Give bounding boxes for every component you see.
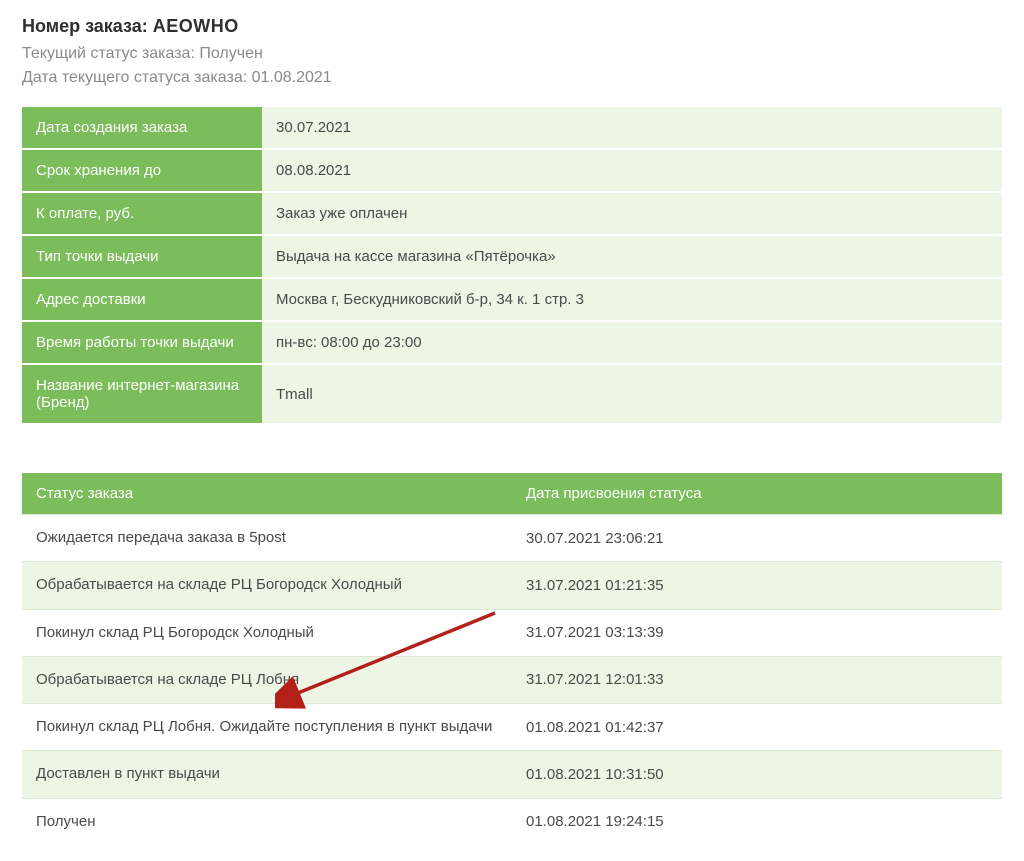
status-cell: Ожидается передача заказа в 5post <box>22 515 512 562</box>
info-row: Адрес доставкиМосква г, Бескудниковский … <box>22 278 1002 321</box>
info-label: Срок хранения до <box>22 149 262 192</box>
info-value: 08.08.2021 <box>262 149 1002 192</box>
status-cell: Получен <box>22 798 512 845</box>
info-row: Дата создания заказа30.07.2021 <box>22 107 1002 149</box>
status-value: Получен <box>199 45 262 62</box>
status-date-value: 01.08.2021 <box>252 69 332 86</box>
order-number: AEOWHO <box>153 16 239 36</box>
info-row: Название интернет-магазина (Бренд)Tmall <box>22 364 1002 424</box>
status-cell: Обрабатывается на складе РЦ Богородск Хо… <box>22 562 512 609</box>
status-row: Доставлен в пункт выдачи01.08.2021 10:31… <box>22 751 1002 798</box>
status-row: Покинул склад РЦ Богородск Холодный31.07… <box>22 609 1002 656</box>
status-date-cell: 31.07.2021 03:13:39 <box>512 609 1002 656</box>
info-row: Время работы точки выдачипн-вс: 08:00 до… <box>22 321 1002 364</box>
info-label: Название интернет-магазина (Бренд) <box>22 364 262 424</box>
status-row: Обрабатывается на складе РЦ Богородск Хо… <box>22 562 1002 609</box>
order-label: Номер заказа: <box>22 16 148 36</box>
status-date-label: Дата текущего статуса заказа: <box>22 69 247 86</box>
current-status-line: Текущий статус заказа: Получен <box>22 45 1002 63</box>
info-label: Тип точки выдачи <box>22 235 262 278</box>
status-label: Текущий статус заказа: <box>22 45 195 62</box>
status-cell: Покинул склад РЦ Богородск Холодный <box>22 609 512 656</box>
info-row: К оплате, руб.Заказ уже оплачен <box>22 192 1002 235</box>
status-row: Ожидается передача заказа в 5post30.07.2… <box>22 515 1002 562</box>
status-date-cell: 01.08.2021 01:42:37 <box>512 704 1002 751</box>
info-value: Москва г, Бескудниковский б-р, 34 к. 1 с… <box>262 278 1002 321</box>
info-label: Дата создания заказа <box>22 107 262 149</box>
status-date-cell: 01.08.2021 10:31:50 <box>512 751 1002 798</box>
order-info-table: Дата создания заказа30.07.2021Срок хране… <box>22 107 1002 425</box>
status-row: Получен01.08.2021 19:24:15 <box>22 798 1002 845</box>
info-value: Выдача на кассе магазина «Пятёрочка» <box>262 235 1002 278</box>
order-title: Номер заказа: AEOWHO <box>22 16 1002 37</box>
status-cell: Обрабатывается на складе РЦ Лобня <box>22 656 512 703</box>
info-value: Tmall <box>262 364 1002 424</box>
info-label: Время работы точки выдачи <box>22 321 262 364</box>
status-date-cell: 31.07.2021 01:21:35 <box>512 562 1002 609</box>
status-cell: Покинул склад РЦ Лобня. Ожидайте поступл… <box>22 704 512 751</box>
info-value: Заказ уже оплачен <box>262 192 1002 235</box>
info-value: 30.07.2021 <box>262 107 1002 149</box>
info-row: Тип точки выдачиВыдача на кассе магазина… <box>22 235 1002 278</box>
info-label: Адрес доставки <box>22 278 262 321</box>
date-col-header: Дата присвоения статуса <box>512 473 1002 515</box>
status-date-cell: 31.07.2021 12:01:33 <box>512 656 1002 703</box>
status-col-header: Статус заказа <box>22 473 512 515</box>
status-history-table: Статус заказа Дата присвоения статуса Ож… <box>22 473 1002 845</box>
status-row: Покинул склад РЦ Лобня. Ожидайте поступл… <box>22 704 1002 751</box>
info-value: пн-вс: 08:00 до 23:00 <box>262 321 1002 364</box>
status-row: Обрабатывается на складе РЦ Лобня31.07.2… <box>22 656 1002 703</box>
info-label: К оплате, руб. <box>22 192 262 235</box>
status-date-cell: 01.08.2021 19:24:15 <box>512 798 1002 845</box>
current-status-date-line: Дата текущего статуса заказа: 01.08.2021 <box>22 69 1002 87</box>
status-cell: Доставлен в пункт выдачи <box>22 751 512 798</box>
status-date-cell: 30.07.2021 23:06:21 <box>512 515 1002 562</box>
info-row: Срок хранения до08.08.2021 <box>22 149 1002 192</box>
